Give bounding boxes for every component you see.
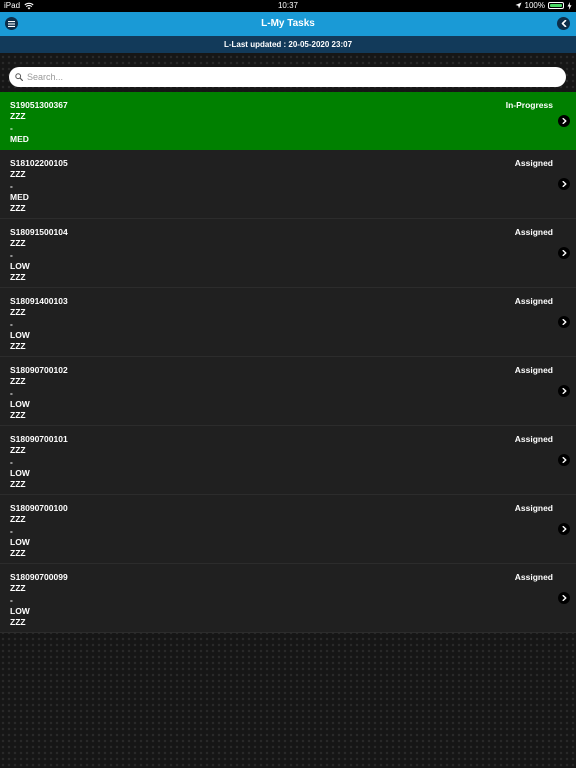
task-detail: ZZZ <box>10 410 26 421</box>
task-row[interactable]: S18091500104 ZZZ - LOW ZZZ Assigned <box>0 219 576 288</box>
task-detail: ZZZ <box>10 617 26 628</box>
search-bar[interactable] <box>9 67 566 87</box>
task-detail: ZZZ <box>10 111 26 122</box>
chevron-right-icon <box>562 117 566 124</box>
task-id: S18090700100 <box>10 503 68 513</box>
task-detail: ZZZ <box>10 272 26 283</box>
task-status: Assigned <box>514 572 553 582</box>
task-id: S18102200105 <box>10 158 68 168</box>
task-detail: LOW <box>10 398 30 409</box>
task-id: S18090700101 <box>10 434 68 444</box>
task-row[interactable]: S18102200105 ZZZ - MED ZZZ Assigned <box>0 150 576 219</box>
chevron-right-icon <box>562 250 566 256</box>
task-detail: - <box>10 387 13 398</box>
task-status: Assigned <box>514 227 553 237</box>
chevron-right-icon <box>562 595 566 601</box>
task-status: Assigned <box>514 503 553 513</box>
last-updated-banner: L-Last updated : 20-05-2020 23:07 <box>0 36 576 53</box>
task-id: S18091500104 <box>10 227 68 237</box>
battery-icon <box>548 2 564 9</box>
task-id: S18090700102 <box>10 365 68 375</box>
task-detail: LOW <box>10 329 30 340</box>
task-id: S18090700099 <box>10 572 68 582</box>
task-detail: ZZZ <box>10 514 26 525</box>
task-detail: ZZZ <box>10 548 26 559</box>
task-detail: ZZZ <box>10 583 26 594</box>
task-detail: - <box>10 594 13 605</box>
task-detail: ZZZ <box>10 238 26 249</box>
task-detail: - <box>10 122 13 133</box>
task-detail: - <box>10 249 13 260</box>
status-bar-right: 100% <box>515 1 572 10</box>
task-detail: - <box>10 318 13 329</box>
task-detail: LOW <box>10 536 30 547</box>
task-detail: ZZZ <box>10 203 26 214</box>
task-status: Assigned <box>514 434 553 444</box>
task-detail: ZZZ <box>10 445 26 456</box>
chevron-right-icon <box>562 181 566 187</box>
task-open-button[interactable] <box>558 114 570 127</box>
task-detail: ZZZ <box>10 341 26 352</box>
search-input[interactable] <box>27 72 547 82</box>
search-icon <box>15 73 23 81</box>
chevron-right-icon <box>562 526 566 532</box>
task-status: Assigned <box>514 365 553 375</box>
task-detail: LOW <box>10 260 30 271</box>
task-detail: - <box>10 525 13 536</box>
task-open-button[interactable] <box>558 592 570 604</box>
task-open-button[interactable] <box>558 247 570 259</box>
task-row[interactable]: S18090700101 ZZZ - LOW ZZZ Assigned <box>0 426 576 495</box>
status-time: 10:37 <box>277 1 299 10</box>
task-status: In-Progress <box>505 100 553 110</box>
task-detail: LOW <box>10 467 30 478</box>
task-detail: ZZZ <box>10 376 26 387</box>
chevron-right-icon <box>562 319 566 325</box>
task-row[interactable]: S18090700099 ZZZ - LOW ZZZ Assigned <box>0 564 576 633</box>
back-button[interactable] <box>557 17 570 30</box>
task-detail: MED <box>10 133 29 144</box>
chevron-right-icon <box>562 388 566 394</box>
task-detail: ZZZ <box>10 479 26 490</box>
task-open-button[interactable] <box>558 316 570 328</box>
chevron-left-icon <box>561 20 566 27</box>
task-open-button[interactable] <box>558 454 570 466</box>
task-detail: - <box>10 456 13 467</box>
task-row[interactable]: S18090700100 ZZZ - LOW ZZZ Assigned <box>0 495 576 564</box>
task-id: S19051300367 <box>10 100 68 110</box>
task-row[interactable]: S19051300367 ZZZ - MED In-Progress <box>0 92 576 150</box>
task-id: S18091400103 <box>10 296 68 306</box>
task-status: Assigned <box>514 158 553 168</box>
battery-percent: 100% <box>524 1 545 10</box>
battery-fill <box>550 4 562 7</box>
task-open-button[interactable] <box>558 178 570 190</box>
task-list: S19051300367 ZZZ - MED In-Progress S1810… <box>0 92 576 633</box>
charging-icon <box>567 1 572 10</box>
task-row[interactable]: S18090700102 ZZZ - LOW ZZZ Assigned <box>0 357 576 426</box>
task-detail: ZZZ <box>10 307 26 318</box>
location-arrow-icon <box>515 2 522 9</box>
task-row[interactable]: S18091400103 ZZZ - LOW ZZZ Assigned <box>0 288 576 357</box>
task-detail: ZZZ <box>10 169 26 180</box>
task-detail: - <box>10 180 13 191</box>
task-detail: MED <box>10 191 29 202</box>
page-title: L-My Tasks <box>261 18 315 29</box>
status-bar: iPad 10:37 100% <box>0 0 576 12</box>
task-open-button[interactable] <box>558 385 570 397</box>
nav-bar: L-My Tasks <box>0 12 576 36</box>
chevron-right-icon <box>562 457 566 463</box>
task-open-button[interactable] <box>558 523 570 535</box>
task-detail: LOW <box>10 605 30 616</box>
task-status: Assigned <box>514 296 553 306</box>
